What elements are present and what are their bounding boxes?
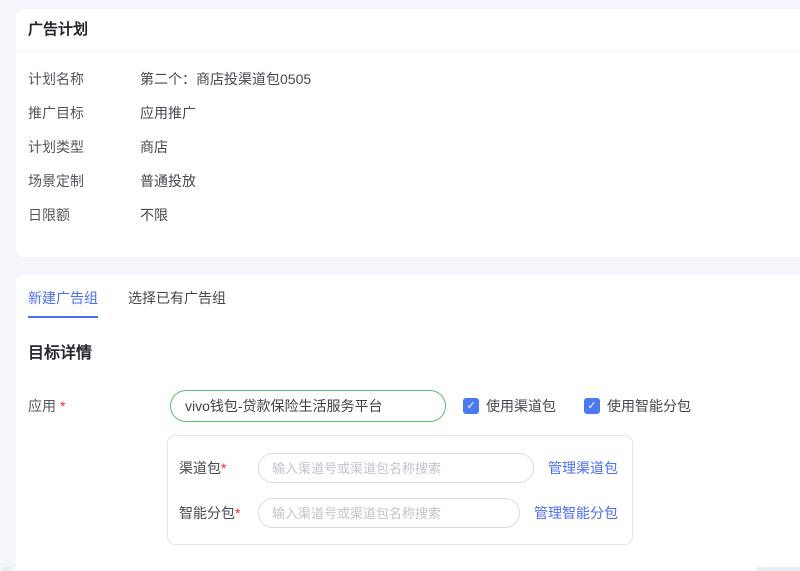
- checkbox-checked-icon[interactable]: ✓: [584, 398, 600, 414]
- field-value: 不限: [140, 207, 168, 223]
- field-row-scene-customization: 场景定制 普通投放: [28, 174, 800, 188]
- required-asterisk: *: [60, 398, 66, 414]
- tab-bar: 新建广告组 选择已有广告组: [28, 275, 800, 318]
- app-field-label: 应用 *: [28, 399, 170, 413]
- field-label: 推广目标: [28, 105, 84, 121]
- app-select-input[interactable]: [170, 390, 446, 422]
- field-label: 日限额: [28, 207, 70, 223]
- tab-select-existing-ad-group[interactable]: 选择已有广告组: [128, 291, 226, 318]
- package-panel: 渠道包* 管理渠道包 智能分包* 管理智能分包: [167, 435, 633, 545]
- app-label-text: 应用: [28, 398, 56, 414]
- field-label: 计划名称: [28, 71, 84, 87]
- manage-smart-subpackage-link[interactable]: 管理智能分包: [534, 503, 618, 523]
- field-row-plan-name: 计划名称 第二个：商店投渠道包0505: [28, 72, 800, 86]
- field-row-promotion-goal: 推广目标 应用推广: [28, 106, 800, 120]
- ad-plan-card-title: 广告计划: [16, 9, 800, 52]
- field-value: 应用推广: [140, 105, 196, 121]
- checkbox-label: 使用智能分包: [607, 398, 691, 414]
- channel-package-label: 渠道包*: [179, 461, 258, 475]
- manage-channel-package-link[interactable]: 管理渠道包: [548, 458, 618, 478]
- field-row-daily-limit: 日限额 不限: [28, 208, 800, 222]
- required-asterisk: *: [221, 460, 227, 476]
- label-text: 渠道包: [179, 460, 221, 476]
- tab-new-ad-group[interactable]: 新建广告组: [28, 291, 98, 318]
- app-field-row: 应用* ✓ 使用渠道包 ✓ 使用智能分包: [28, 390, 800, 422]
- ad-group-card: 新建广告组 选择已有广告组 目标详情 应用* ✓ 使用渠道包 ✓ 使用智能分包 …: [16, 275, 800, 571]
- checkbox-use-smart-subpackage[interactable]: ✓ 使用智能分包: [584, 396, 691, 416]
- smart-subpackage-row: 智能分包* 管理智能分包: [179, 498, 618, 528]
- checkbox-checked-icon[interactable]: ✓: [463, 398, 479, 414]
- horizontal-scrollbar-thumb[interactable]: [756, 567, 800, 571]
- section-title-target-details: 目标详情: [28, 345, 93, 362]
- checkbox-label: 使用渠道包: [486, 398, 556, 414]
- field-label: 场景定制: [28, 173, 84, 189]
- ad-plan-card: 广告计划 计划名称 第二个：商店投渠道包0505 推广目标 应用推广 计划类型 …: [16, 9, 800, 257]
- required-asterisk: *: [235, 505, 241, 521]
- field-row-plan-type: 计划类型 商店: [28, 140, 800, 154]
- horizontal-scrollbar-track-left[interactable]: [2, 567, 13, 571]
- field-value: 普通投放: [140, 173, 196, 189]
- field-value: 第二个：商店投渠道包0505: [140, 71, 312, 87]
- field-label: 计划类型: [28, 139, 84, 155]
- checkbox-use-channel-package[interactable]: ✓ 使用渠道包: [463, 396, 556, 416]
- ad-plan-fields: 计划名称 第二个：商店投渠道包0505 推广目标 应用推广 计划类型 商店 场景…: [16, 72, 800, 257]
- channel-package-row: 渠道包* 管理渠道包: [179, 453, 618, 483]
- smart-subpackage-search-input[interactable]: [258, 498, 520, 528]
- label-text: 智能分包: [179, 505, 235, 521]
- smart-subpackage-label: 智能分包*: [179, 506, 258, 520]
- field-value: 商店: [140, 139, 168, 155]
- channel-package-search-input[interactable]: [258, 453, 534, 483]
